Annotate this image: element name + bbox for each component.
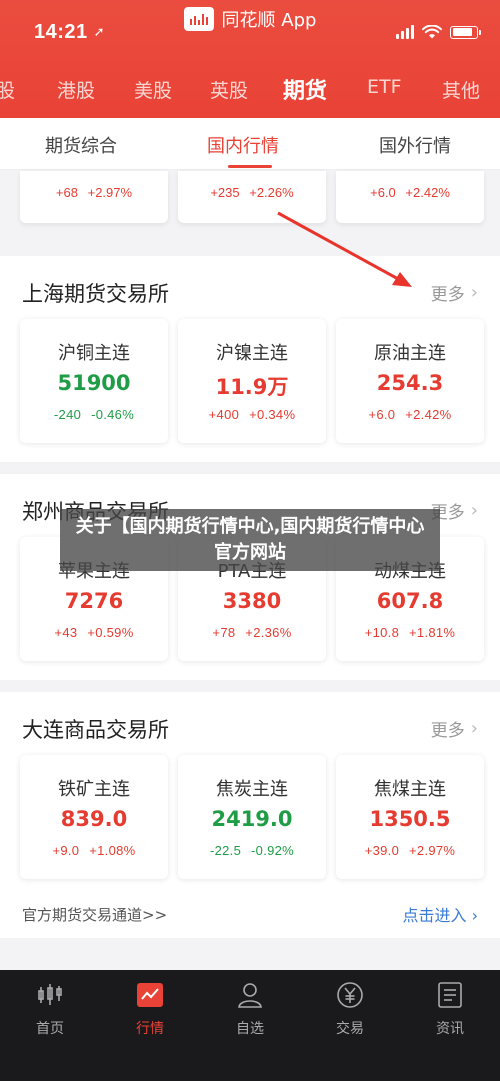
news-icon [435, 980, 465, 1010]
quote-card[interactable]: 沪镍主连 11.9万 +400 +0.34% [178, 319, 326, 443]
nav-label: 交易 [336, 1021, 364, 1037]
market-tabs: 股 港股 美股 英股 期货 ETF 其他 [0, 70, 500, 110]
partial-quote-card[interactable]: +6.0 +2.42% [336, 171, 484, 223]
partial-section: +68 +2.97% +235 +2.26% +6.0 +2.42% [0, 171, 500, 243]
partial-quote-card[interactable]: +235 +2.26% [178, 171, 326, 223]
nav-label: 行情 [136, 1021, 164, 1037]
home-chart-icon [35, 980, 65, 1010]
bottom-nav: 首页 行情 自选 交易 资讯 [0, 970, 500, 1081]
tab-etf[interactable]: ETF [367, 76, 402, 98]
quote-card[interactable]: 焦炭主连 2419.0 -22.5 -0.92% [178, 755, 326, 879]
overlay-text: 关于【国内期货行情中心,国内期货行情中心官方网站 [75, 516, 425, 563]
official-channel-link[interactable]: 官方期货交易通道>> [22, 904, 167, 925]
app-title: 同花顺 App [0, 6, 500, 32]
contract-price: 7276 [64, 589, 124, 613]
contract-change: +6.0 +2.42% [368, 407, 452, 422]
app-logo-icon [183, 7, 214, 31]
chevron-right-icon: › [471, 906, 478, 925]
partial-change: +6.0 +2.42% [370, 185, 450, 200]
app-name: 同花顺 App [221, 10, 317, 31]
section-dce: 大连商品交易所 更多 › 铁矿主连 839.0 +9.0 +1.08% 焦炭主连 … [0, 692, 500, 938]
official-channel-row: 官方期货交易通道>> 点击进入 › [0, 882, 500, 942]
nav-news[interactable]: 资讯 [415, 980, 485, 1038]
quote-card[interactable]: 沪铜主连 51900 -240 -0.46% [20, 319, 168, 443]
contract-change: -240 -0.46% [53, 407, 135, 422]
contract-name: 铁矿主连 [58, 779, 130, 800]
active-tab-indicator [228, 165, 272, 168]
contract-name: 原油主连 [374, 343, 446, 364]
section-title: 上海期货交易所 [22, 282, 169, 306]
tab-other[interactable]: 其他 [442, 76, 480, 103]
chevron-right-icon: › [470, 282, 478, 303]
contract-price: 51900 [57, 371, 131, 395]
sub-tabs: 期货综合 国内行情 国外行情 [0, 118, 500, 170]
chevron-right-icon: › [470, 718, 478, 739]
app-header: 14:21 ➚ 同花顺 App 股 港股 美股 英股 期货 ETF 其他 [0, 0, 500, 118]
contract-change: +9.0 +1.08% [52, 843, 136, 858]
contract-change: +400 +0.34% [208, 407, 296, 422]
more-link[interactable]: 更多 › [431, 280, 478, 305]
contract-price: 254.3 [376, 371, 444, 395]
quote-card[interactable]: 原油主连 254.3 +6.0 +2.42% [336, 319, 484, 443]
nav-label: 首页 [36, 1021, 64, 1037]
contract-change: +10.8 +1.81% [364, 625, 456, 640]
nav-market[interactable]: 行情 [115, 980, 185, 1038]
tab-uk-stock[interactable]: 英股 [210, 76, 248, 103]
contract-price: 607.8 [376, 589, 444, 613]
tab-futures[interactable]: 期货 [283, 73, 327, 105]
contract-price: 2419.0 [211, 807, 293, 831]
contract-price: 3380 [222, 589, 282, 613]
contract-change: +39.0 +2.97% [364, 843, 456, 858]
more-link[interactable]: 更多 › [431, 716, 478, 741]
yuan-icon [335, 980, 365, 1010]
section-title: 大连商品交易所 [22, 718, 169, 742]
contract-change: +78 +2.36% [212, 625, 292, 640]
contract-change: -22.5 -0.92% [209, 843, 295, 858]
nav-home[interactable]: 首页 [15, 980, 85, 1038]
contract-name: 焦煤主连 [374, 779, 446, 800]
contract-price: 11.9万 [215, 375, 289, 399]
section-shfe: 上海期货交易所 更多 › 沪铜主连 51900 -240 -0.46% 沪镍主连 … [0, 256, 500, 462]
enter-link[interactable]: 点击进入 › [402, 902, 478, 926]
user-icon [235, 980, 265, 1010]
nav-label: 资讯 [436, 1021, 464, 1037]
contract-change: +43 +0.59% [54, 625, 134, 640]
contract-price: 1350.5 [369, 807, 451, 831]
partial-change: +68 +2.97% [55, 185, 133, 200]
contract-price: 839.0 [60, 807, 128, 831]
partial-quote-card[interactable]: +68 +2.97% [20, 171, 168, 223]
partial-change: +235 +2.26% [210, 185, 294, 200]
contract-name: 沪铜主连 [58, 343, 130, 364]
tab-domestic-quotes[interactable]: 国内行情 [207, 132, 279, 158]
quote-card[interactable]: 焦煤主连 1350.5 +39.0 +2.97% [336, 755, 484, 879]
tab-us-stock[interactable]: 美股 [134, 76, 172, 103]
nav-trade[interactable]: 交易 [315, 980, 385, 1038]
tab-futures-overview[interactable]: 期货综合 [45, 132, 117, 158]
article-title-overlay: 关于【国内期货行情中心,国内期货行情中心官方网站 [60, 509, 440, 571]
contract-name: 焦炭主连 [216, 779, 288, 800]
tab-stock-partial[interactable]: 股 [0, 76, 15, 103]
tab-hk-stock[interactable]: 港股 [57, 76, 95, 103]
nav-watchlist[interactable]: 自选 [215, 980, 285, 1038]
nav-label: 自选 [236, 1021, 264, 1037]
section-zce: 郑州商品交易所 更多› 苹果主连 7276 +43 +0.59% PTA主连 3… [0, 474, 500, 680]
market-chart-icon [135, 980, 165, 1010]
quote-card[interactable]: 铁矿主连 839.0 +9.0 +1.08% [20, 755, 168, 879]
contract-name: 沪镍主连 [216, 343, 288, 364]
tab-foreign-quotes[interactable]: 国外行情 [379, 132, 451, 158]
chevron-right-icon: › [470, 500, 478, 521]
